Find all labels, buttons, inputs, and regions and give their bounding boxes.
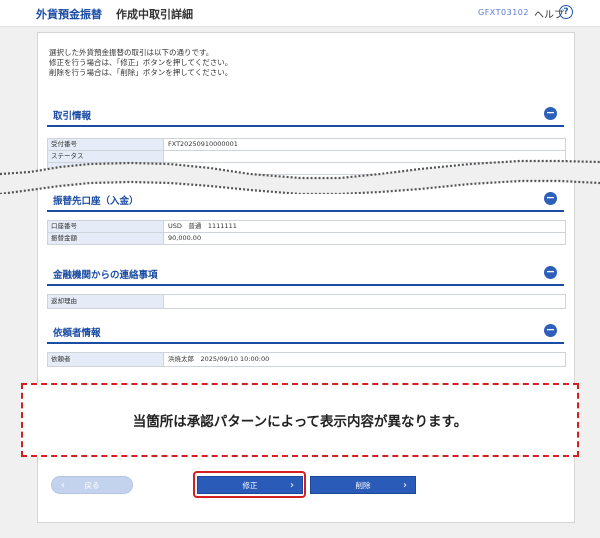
collapse-icon[interactable]: −	[544, 324, 557, 337]
app-header: 外貨預金振替 作成中取引詳細 GFXT03102 ヘルプ ?	[0, 0, 600, 27]
delete-button-label: 削除	[355, 481, 371, 490]
back-button[interactable]: ‹ 戻る	[51, 476, 133, 494]
section-bank-message-header: 金融機関からの連絡事項 −	[47, 264, 564, 286]
row-value: USD 普通 1111111	[168, 222, 237, 230]
section-title: 金融機関からの連絡事項	[53, 270, 158, 281]
collapse-icon[interactable]: −	[544, 266, 557, 279]
row-label: 返却理由	[48, 295, 164, 308]
section-requester-header: 依頼者情報 −	[47, 322, 564, 344]
page-title: 作成中取引詳細	[116, 8, 193, 21]
row-label: 振替金額	[48, 233, 164, 244]
intro-text: 選択した外貨預金振替の取引は以下の通りです。 修正を行う場合は、「修正」ボタンを…	[49, 48, 232, 78]
row-label: 口座番号	[48, 221, 164, 232]
collapse-icon[interactable]: −	[544, 192, 557, 205]
edit-button[interactable]: 修正 ›	[197, 476, 303, 494]
bank-message-table: 返却理由	[47, 294, 566, 309]
section-title: 依頼者情報	[53, 328, 101, 339]
help-icon[interactable]: ?	[559, 5, 573, 19]
row-value: 90,000.00	[168, 234, 202, 242]
approval-pattern-notice: 当箇所は承認パターンによって表示内容が異なります。	[21, 383, 579, 457]
table-row: 依頼者 浜焼太郎 2025/09/10 10:00:00	[48, 353, 565, 366]
notice-text: 当箇所は承認パターンによって表示内容が異なります。	[132, 414, 468, 430]
table-row: 振替金額 90,000.00	[48, 233, 565, 244]
row-label: 受付番号	[48, 139, 164, 150]
section-title: 振替先口座（入金）	[53, 196, 139, 207]
chevron-right-icon: ›	[403, 480, 407, 491]
row-label: 依頼者	[48, 353, 164, 366]
table-row: 口座番号 USD 普通 1111111	[48, 221, 565, 233]
destination-table: 口座番号 USD 普通 1111111 振替金額 90,000.00	[47, 220, 566, 245]
requester-table: 依頼者 浜焼太郎 2025/09/10 10:00:00	[47, 352, 566, 367]
back-button-label: 戻る	[84, 481, 100, 490]
chevron-left-icon: ‹	[61, 480, 65, 491]
row-value: 浜焼太郎 2025/09/10 10:00:00	[168, 355, 270, 363]
section-title: 取引情報	[53, 111, 92, 122]
intro-line: 削除を行う場合は、「削除」ボタンを押してください。	[49, 68, 233, 77]
collapse-icon[interactable]: −	[544, 107, 557, 120]
section-transaction-header: 取引情報 −	[47, 105, 564, 127]
section-destination-header: 振替先口座（入金） −	[47, 190, 564, 212]
intro-line: 修正を行う場合は、「修正」ボタンを押してください。	[49, 58, 233, 67]
service-name: 外貨預金振替	[36, 8, 102, 21]
table-row: 返却理由	[48, 295, 565, 308]
intro-line: 選択した外貨預金振替の取引は以下の通りです。	[49, 48, 214, 57]
delete-button[interactable]: 削除 ›	[310, 476, 416, 494]
chevron-right-icon: ›	[290, 480, 294, 491]
screen-id: GFXT03102	[478, 8, 529, 17]
page-cut-divider	[0, 159, 600, 194]
row-value: FXT20250910000001	[168, 140, 238, 148]
edit-button-label: 修正	[242, 481, 258, 490]
